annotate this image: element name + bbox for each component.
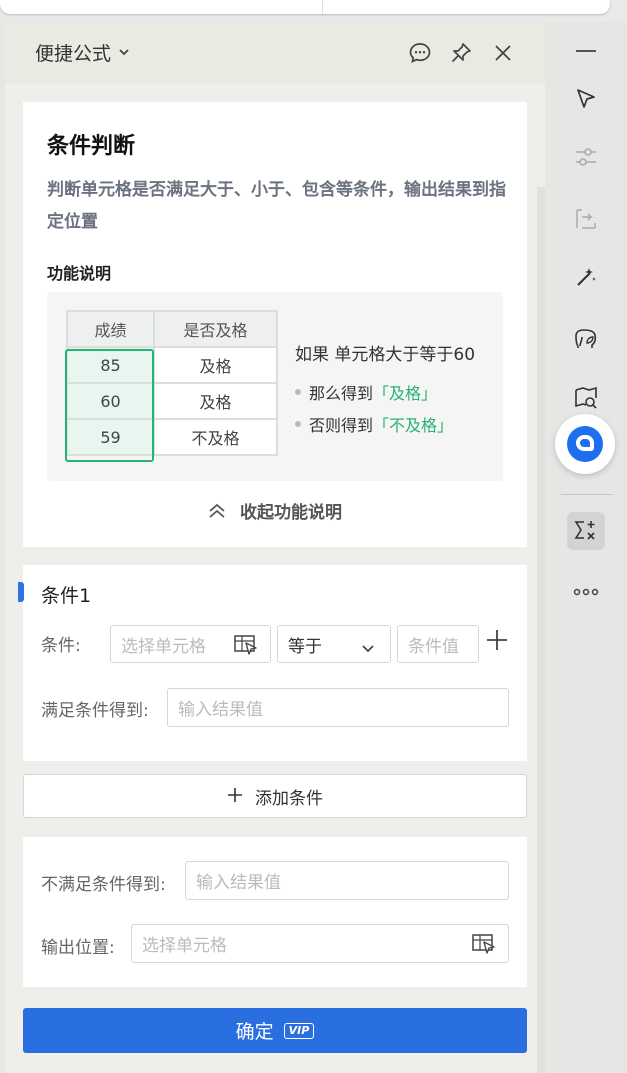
condition-value-placeholder: 条件值	[408, 636, 459, 657]
top-strip	[0, 0, 627, 22]
condition-cell-input[interactable]: 选择单元格	[110, 625, 271, 663]
condition-title: 条件1	[41, 585, 92, 607]
condition-label: 条件:	[41, 636, 81, 656]
book-search-icon[interactable]	[567, 379, 605, 417]
ai-assistant-button[interactable]	[555, 414, 615, 474]
chevron-down-icon	[119, 46, 129, 59]
plus-icon	[227, 784, 243, 809]
operator-value: 等于	[288, 636, 322, 657]
chevron-down-icon	[362, 638, 374, 658]
feature-description: 判断单元格是否满足大于、小于、包含等条件，输出结果到指定位置	[47, 180, 506, 232]
confirm-label: 确定	[235, 1021, 274, 1043]
condition-marker	[18, 582, 24, 602]
confirm-button[interactable]: 确定 VIP	[23, 1008, 527, 1053]
else-result-placeholder: 输入结果值	[196, 873, 281, 893]
sliders-icon[interactable]	[567, 138, 605, 176]
else-label: 不满足条件得到:	[41, 875, 166, 895]
magic-wand-icon[interactable]	[567, 258, 605, 296]
result-label: 满足条件得到:	[41, 701, 149, 721]
table-header: 成绩	[66, 310, 155, 348]
table-header: 是否及格	[153, 310, 278, 348]
table-cell: 不及格	[153, 418, 278, 456]
cursor-icon[interactable]	[567, 80, 605, 118]
collapse-description-button[interactable]: 收起功能说明	[23, 498, 527, 524]
add-criterion-button[interactable]	[486, 629, 508, 656]
demo-box: 成绩 是否及格 85 及格 60 及格 59 不及格 如果 单元格大于等于60	[47, 292, 503, 481]
toolbar-divider	[561, 494, 613, 495]
operator-select[interactable]: 等于	[277, 625, 391, 663]
highlight-box	[65, 349, 154, 462]
bullet-dot	[295, 421, 301, 427]
output-cell-placeholder: 选择单元格	[142, 936, 227, 956]
top-bar	[0, 0, 610, 14]
info-card: 条件判断 判断单元格是否满足大于、小于、包含等条件，输出结果到指定位置 功能说明…	[23, 102, 527, 547]
section-label: 功能说明	[47, 264, 112, 283]
else-prefix: 否则得到	[309, 416, 374, 435]
then-value: 「及格」	[373, 384, 438, 403]
collapse-label: 收起功能说明	[239, 503, 342, 523]
then-line: 那么得到 「及格」	[295, 380, 437, 404]
more-icon[interactable]	[567, 573, 605, 611]
else-result-input[interactable]: 输入结果值	[185, 861, 509, 900]
add-condition-label: 添加条件	[255, 788, 323, 809]
then-prefix: 那么得到	[309, 384, 374, 403]
else-card: 不满足条件得到: 输入结果值 输出位置: 选择单元格	[23, 837, 527, 987]
vip-badge: VIP	[283, 1022, 315, 1039]
panel-header: 便捷公式	[5, 22, 545, 84]
ai-assistant-icon	[567, 426, 603, 462]
result-placeholder: 输入结果值	[178, 700, 263, 720]
condition-value-input[interactable]: 条件值	[397, 625, 479, 663]
select-range-icon[interactable]	[234, 635, 258, 660]
bullet-dot	[295, 389, 301, 395]
add-condition-button[interactable]: 添加条件	[23, 774, 527, 818]
table-header-row: 成绩 是否及格	[66, 310, 278, 348]
comment-icon[interactable]	[407, 40, 433, 66]
result-input[interactable]: 输入结果值	[167, 688, 509, 727]
table-cell: 及格	[153, 346, 278, 384]
panel-title-dropdown[interactable]: 便捷公式	[35, 39, 129, 66]
close-icon[interactable]	[490, 40, 516, 66]
scrollbar[interactable]	[537, 187, 545, 1073]
panel-title: 便捷公式	[35, 43, 112, 65]
condition-card: 条件1 条件: 选择单元格 等于 条件值 满足条件得到: 输入结果值	[18, 565, 527, 761]
condition-cell-placeholder: 选择单元格	[121, 636, 206, 657]
minimize-icon[interactable]	[567, 32, 605, 70]
rule-text: 如果 单元格大于等于60	[295, 345, 476, 365]
output-cell-input[interactable]: 选择单元格	[131, 924, 509, 963]
select-range-icon[interactable]	[472, 934, 496, 959]
elephant-icon[interactable]	[567, 320, 605, 358]
else-line: 否则得到 「不及格」	[295, 412, 453, 436]
feature-title: 条件判断	[47, 134, 136, 159]
quick-formula-icon[interactable]	[567, 512, 605, 550]
plus-icon	[487, 630, 507, 650]
output-label: 输出位置:	[41, 938, 115, 958]
right-toolbar	[547, 22, 627, 1073]
double-chevron-up-icon	[208, 503, 226, 524]
transpose-icon[interactable]	[567, 200, 605, 238]
pin-icon[interactable]	[448, 40, 474, 66]
formula-panel: 便捷公式 条件判断 判断单元格是否满足大于、小于、包含等条件，输出结果到指定位置…	[5, 22, 545, 1073]
else-value: 「不及格」	[373, 416, 454, 435]
table-cell: 及格	[153, 382, 278, 420]
